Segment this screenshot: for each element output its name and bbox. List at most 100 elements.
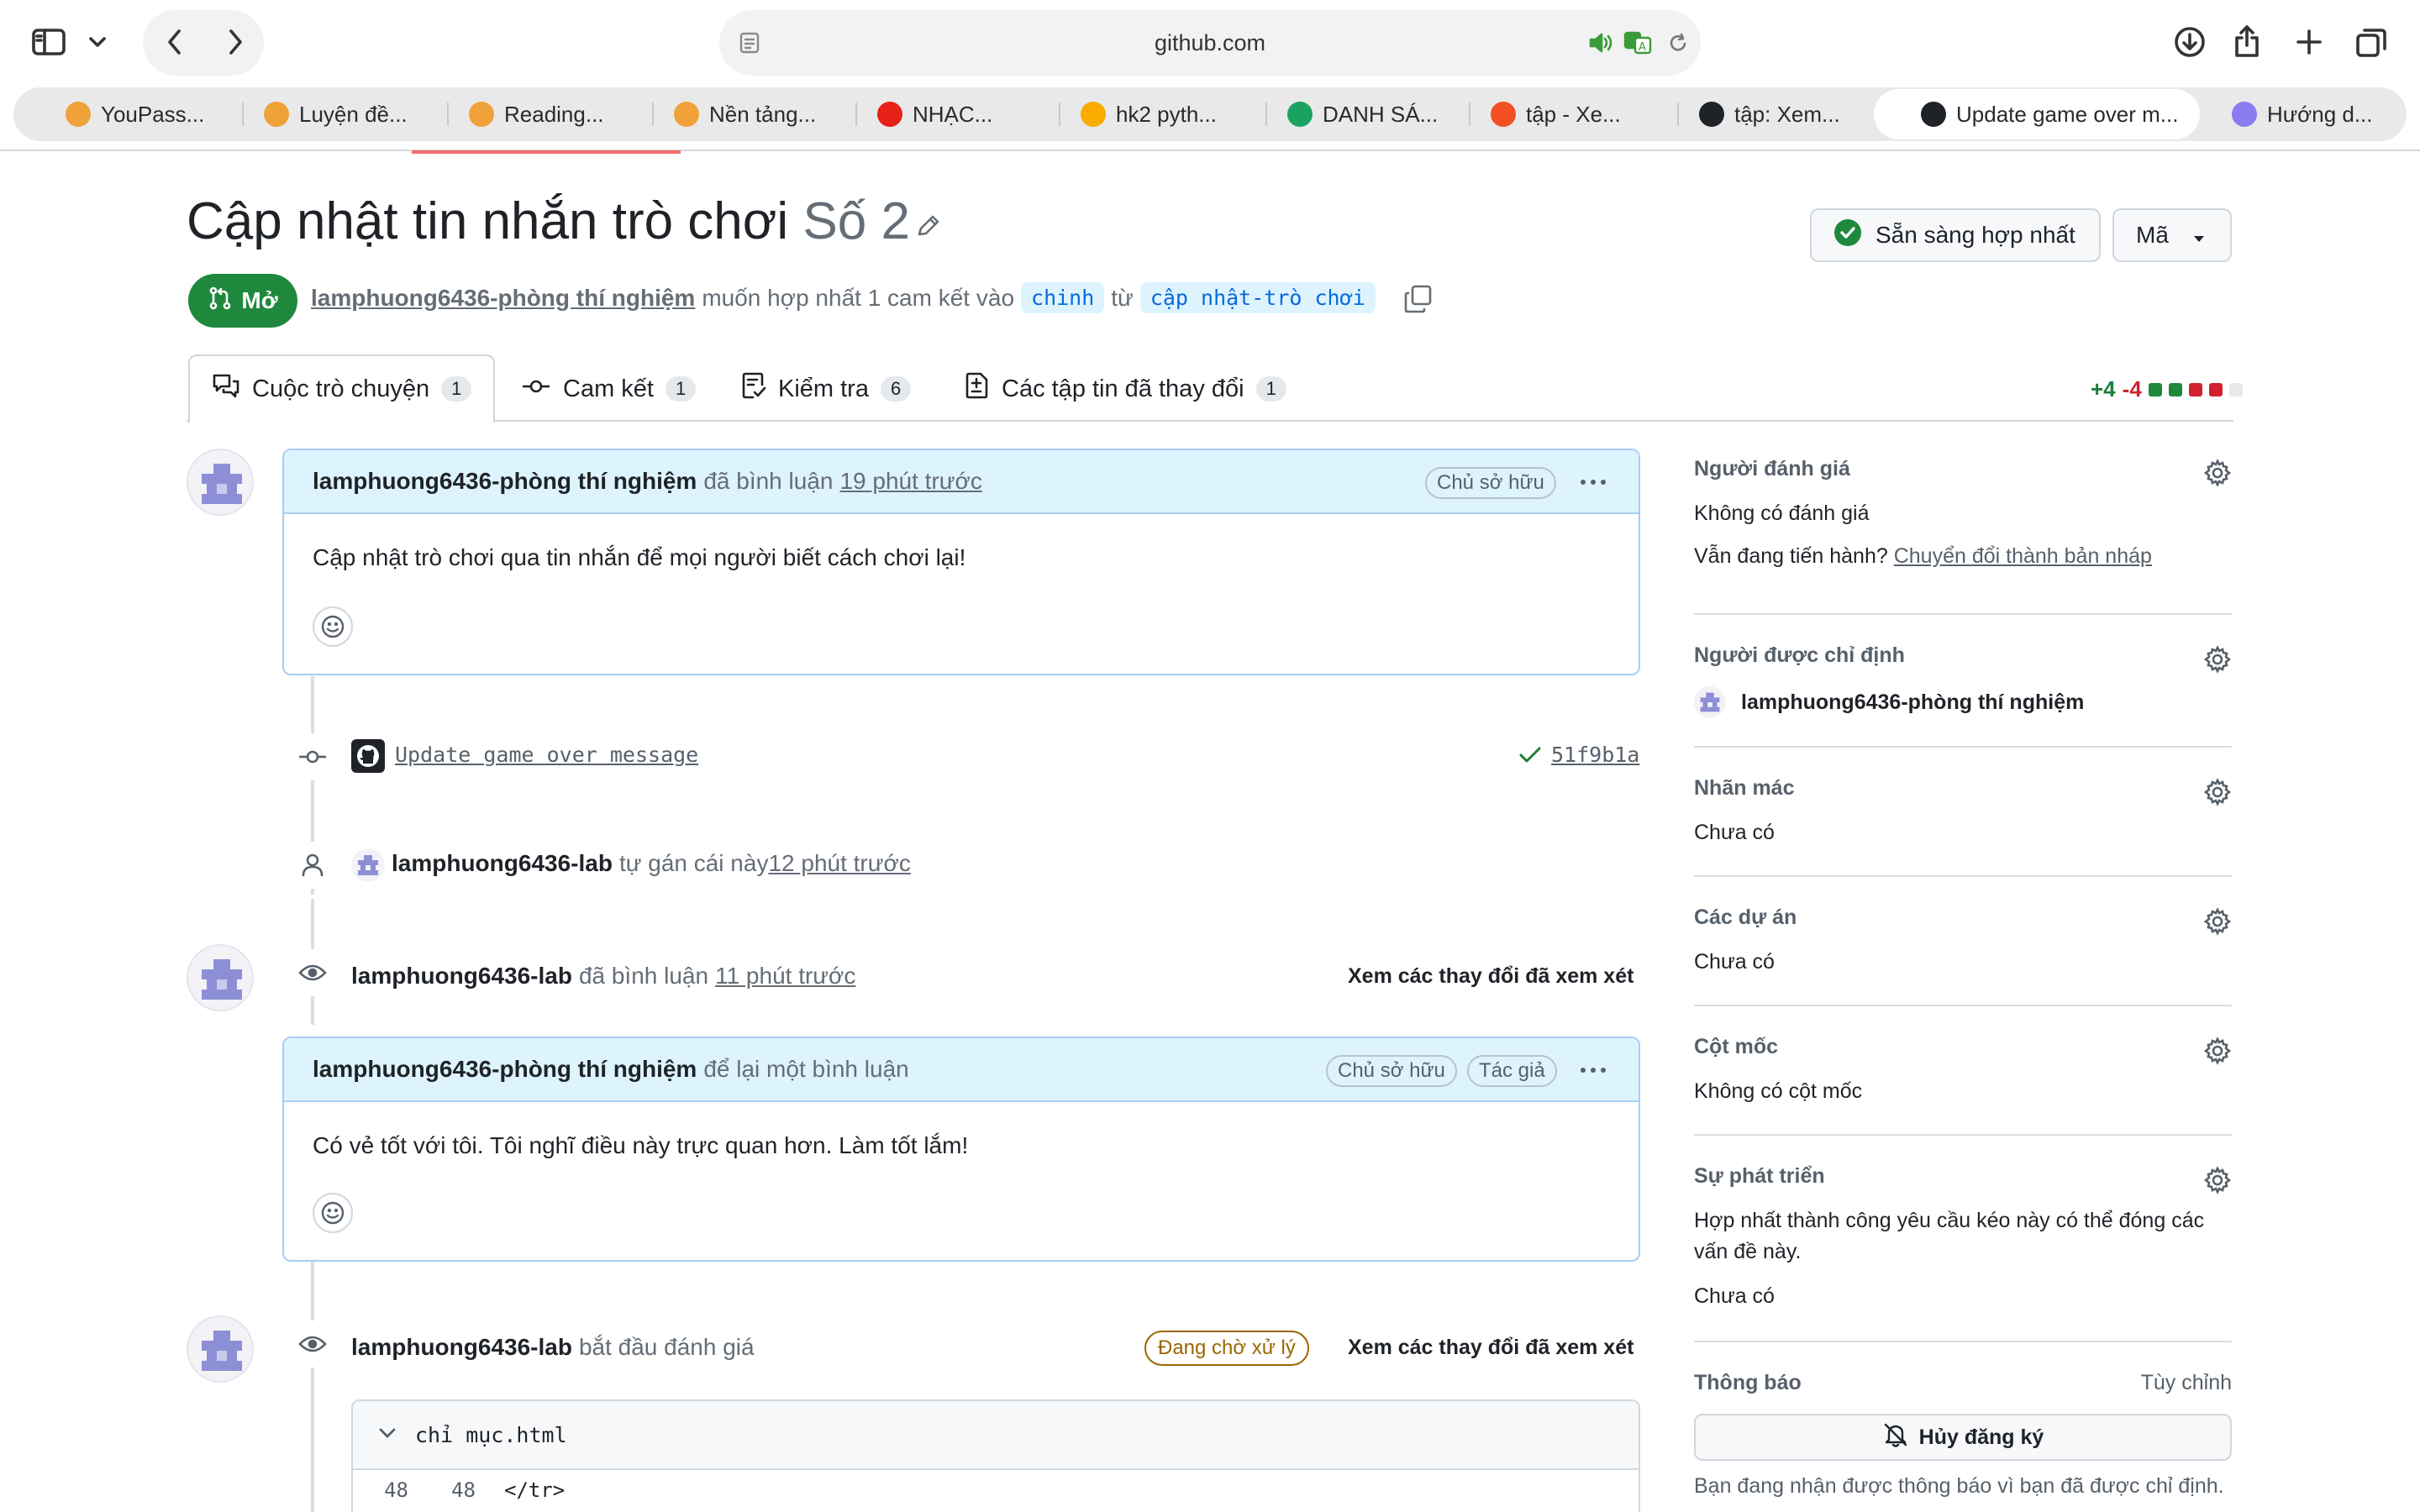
view-reviewed-changes-link[interactable]: Xem các thay đổi đã xem xét	[1348, 964, 1634, 989]
caret-down-icon	[2192, 222, 2206, 249]
browser-tab[interactable]: hk2 pyth...	[1069, 89, 1234, 139]
gear-icon[interactable]	[2203, 459, 2232, 491]
url-text[interactable]: github.com	[719, 10, 1701, 76]
view-reviewed-changes-link[interactable]: Xem các thay đổi đã xem xét	[1348, 1336, 1634, 1360]
smiley-icon[interactable]	[313, 1193, 353, 1233]
avatar[interactable]	[187, 449, 254, 516]
browser-tab[interactable]: NHẠC...	[865, 89, 1044, 139]
more-options-icon[interactable]	[1575, 1053, 1612, 1087]
divider	[1694, 613, 2232, 615]
browser-tab[interactable]: Nền tảng...	[662, 89, 829, 139]
owner-badge: Chủ sở hữu	[1425, 467, 1556, 499]
pencil-icon[interactable]	[914, 212, 943, 244]
link-label[interactable]: Xem các thay đổi đã xem xét	[1348, 964, 1634, 989]
pr-number: Số 2	[802, 192, 910, 250]
chevron-down-icon[interactable]	[86, 30, 109, 54]
tab-files-changed[interactable]: Các tập tin đã thay đổi 1	[943, 354, 1308, 423]
sidebar-toggle-icon[interactable]	[30, 25, 67, 59]
browser-tab[interactable]: DANH SÁ...	[1276, 89, 1440, 139]
tab-commits[interactable]: Cam kết 1	[499, 354, 718, 423]
owner-badge: Chủ sở hữu	[1326, 1055, 1457, 1087]
avatar[interactable]	[187, 944, 254, 1011]
sidebar-heading[interactable]: Người được chỉ định	[1694, 643, 2232, 668]
smiley-icon[interactable]	[313, 606, 353, 647]
commit-sha-text[interactable]: 51f9b1a	[1551, 743, 1639, 767]
assignee-row[interactable]: lamphuong6436-phòng thí nghiệm	[1694, 686, 2232, 718]
line-number-new[interactable]: 48	[420, 1478, 487, 1502]
gear-icon[interactable]	[2203, 1166, 2232, 1199]
sidebar-heading[interactable]: Người đánh giá	[1694, 457, 2232, 481]
new-tab-icon[interactable]	[2292, 25, 2326, 59]
reload-icon[interactable]	[1664, 30, 1692, 57]
commit-sha[interactable]: 51f9b1a	[1551, 743, 1639, 767]
sidebar-heading[interactable]: Các dự án	[1694, 906, 2232, 930]
sidebar-heading[interactable]: Cột mốc	[1694, 1035, 2232, 1059]
commit-message-text[interactable]: Update game over message	[395, 743, 698, 767]
link-label[interactable]: Xem các thay đổi đã xem xét	[1348, 1336, 1634, 1360]
speaker-icon[interactable]	[1586, 29, 1617, 57]
commit-message[interactable]: Update game over message	[395, 743, 698, 767]
code-line: </tr>	[504, 1478, 566, 1502]
comment-body: Có vẻ tốt với tôi. Tôi nghĩ điều này trự…	[313, 1132, 969, 1158]
avatar[interactable]	[351, 848, 385, 882]
event-time[interactable]: 11 phút trước	[715, 963, 855, 990]
chevron-down-icon[interactable]	[378, 1427, 397, 1443]
pr-title: Cập nhật tin nhắn trò chơi Số 2	[187, 192, 910, 251]
tab-separator	[242, 102, 244, 126]
browser-tab[interactable]: Luyện đề...	[252, 89, 417, 139]
forward-button[interactable]	[220, 25, 250, 59]
sidebar-labels: Nhãn mác Chưa có	[1694, 776, 2232, 869]
favicon-icon	[674, 102, 699, 127]
ready-to-merge-button[interactable]: Sẵn sàng hợp nhất	[1810, 208, 2101, 262]
browser-tab[interactable]: tập: Xem...	[1687, 89, 1855, 139]
comment-card: lamphuong6436-phòng thí nghiệm để lại mộ…	[282, 1037, 1640, 1262]
tab-separator	[652, 102, 654, 126]
event-time[interactable]: 12 phút trước	[768, 850, 910, 877]
copy-icon[interactable]	[1403, 284, 1434, 318]
download-icon[interactable]	[2171, 24, 2208, 60]
event-user[interactable]: lamphuong6436-lab	[351, 1334, 572, 1361]
gear-icon[interactable]	[2203, 907, 2232, 940]
customize-link[interactable]: Tùy chỉnh	[2141, 1371, 2232, 1395]
line-number-old[interactable]: 48	[353, 1478, 420, 1502]
address-bar[interactable]: github.com A	[719, 10, 1701, 76]
convert-to-draft-link[interactable]: Chuyển đổi thành bản nháp	[1894, 544, 2152, 568]
tab-checks[interactable]: Kiểm tra 6	[719, 354, 933, 423]
assignee-name[interactable]: lamphuong6436-phòng thí nghiệm	[1741, 690, 2084, 715]
event-user[interactable]: lamphuong6436-lab	[351, 963, 572, 990]
development-desc: Hợp nhất thành công yêu cầu kéo này có t…	[1694, 1209, 2205, 1232]
more-options-icon[interactable]	[1575, 465, 1612, 499]
event-user[interactable]: lamphuong6436-lab	[392, 850, 613, 877]
code-button[interactable]: Mã	[2112, 208, 2232, 262]
gear-icon[interactable]	[2203, 645, 2232, 678]
from-word: từ	[1111, 284, 1134, 311]
translate-icon[interactable]: A	[1622, 29, 1655, 57]
browser-tab[interactable]: Reading...	[457, 89, 622, 139]
comment-author[interactable]: lamphuong6436-phòng thí nghiệm	[313, 1056, 697, 1083]
avatar[interactable]	[187, 1315, 254, 1383]
file-name[interactable]: chỉ mục.html	[415, 1423, 567, 1447]
tab-conversation[interactable]: Cuộc trò chuyện 1	[188, 354, 496, 423]
comment-time[interactable]: 19 phút trước	[839, 468, 981, 495]
browser-tab[interactable]: tập - Xe...	[1479, 89, 1644, 139]
share-icon[interactable]	[2230, 22, 2264, 60]
gear-icon[interactable]	[2203, 1037, 2232, 1069]
browser-tab[interactable]: Hướng d...	[2220, 89, 2396, 139]
github-logo-icon	[351, 739, 385, 773]
browser-tab[interactable]: YouPass...	[54, 89, 218, 139]
sidebar-heading[interactable]: Nhãn mác	[1694, 776, 2232, 801]
gear-icon[interactable]	[2203, 778, 2232, 811]
tab-overview-icon[interactable]	[2353, 24, 2390, 60]
eye-icon	[289, 949, 336, 996]
base-branch[interactable]: chinh	[1021, 282, 1105, 313]
browser-tab-label: Nền tảng...	[709, 101, 817, 127]
pr-state-label: Mở	[241, 287, 278, 313]
unsubscribe-button[interactable]: Hủy đăng ký	[1694, 1414, 2232, 1461]
pr-author-link[interactable]: lamphuong6436-phòng thí nghiệm	[311, 285, 695, 312]
comment-author[interactable]: lamphuong6436-phòng thí nghiệm	[313, 468, 697, 495]
sidebar-heading[interactable]: Sự phát triển	[1694, 1164, 2232, 1189]
review-event: lamphuong6436-lab đã bình luận 11 phút t…	[351, 963, 855, 990]
back-button[interactable]	[160, 25, 190, 59]
head-branch[interactable]: cập nhật-trò chơi	[1139, 282, 1376, 313]
browser-tab[interactable]: Update game over m...	[1874, 89, 2200, 139]
